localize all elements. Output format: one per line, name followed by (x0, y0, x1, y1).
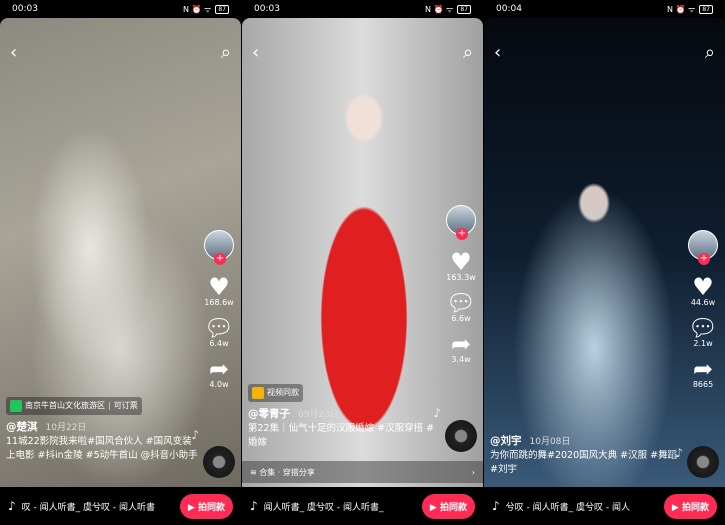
heart-icon: ♥ (208, 273, 230, 301)
tiktok-icon: ♪ (8, 499, 16, 513)
search-icon[interactable]: ⌕ (705, 42, 715, 63)
avatar[interactable]: + (688, 230, 718, 265)
comment-icon: 💬︎ (687, 314, 719, 342)
share-count: 3.4w (451, 355, 471, 364)
clock: 00:04 (496, 4, 522, 14)
username[interactable]: @刘宇 (490, 435, 522, 447)
music-title[interactable]: 闻人听書_ 虞兮叹 - 闻人听書_ (264, 500, 422, 513)
music-title[interactable]: 叹 - 闻人听書_ 虞兮叹 - 闻人听書 (22, 500, 180, 513)
status-icons: N ⏰ ᯤ 87 (183, 4, 229, 15)
follow-plus-icon[interactable]: + (698, 253, 710, 265)
battery: 87 (457, 4, 471, 14)
bottom-bar: ♪ 叹 - 闻人听書_ 虞兮叹 - 闻人听書 ▶ 拍同款 (0, 487, 241, 525)
share-button[interactable]: ➦ 3.4w (443, 331, 479, 364)
side-actions: + ♥ 168.6w 💬︎ 6.4w ➦ 4.0w (201, 230, 237, 389)
search-icon[interactable]: ⌕ (221, 42, 231, 63)
tiktok-icon: ♪ (250, 499, 258, 513)
location-icon (10, 400, 22, 412)
music-disc[interactable] (203, 446, 235, 478)
status-bar: 00:03 N ⏰ ᯤ 87 (242, 0, 483, 18)
post-date: 10月08日 (529, 437, 571, 447)
shoot-same-button[interactable]: ▶ 拍同款 (421, 493, 475, 519)
tag-label: 南京牛首山文化旅游区 (25, 401, 105, 410)
cart-icon (252, 387, 264, 399)
username[interactable]: @楚淇 (6, 421, 38, 433)
comment-button[interactable]: 💬︎ 6.4w (201, 315, 237, 348)
caption: 第22集｜仙气十足的汉服婚嫁 #汉服穿搭 #婚嫁 (248, 423, 435, 448)
share-icon: ➦ (208, 355, 230, 383)
comment-button[interactable]: 💬︎ 6.6w (443, 290, 479, 323)
like-count: 168.6w (204, 298, 234, 307)
back-icon[interactable]: ‹ (252, 42, 259, 63)
share-button[interactable]: ➦ 4.0w (201, 356, 237, 389)
music-title[interactable]: 兮叹 - 闻人听書_ 虞兮叹 - 闻人 (506, 500, 664, 513)
caption: 11城22影院我来啦#国风合伙人 #国风变装上电影 #抖in金陵 #5动牛首山 … (6, 436, 198, 461)
location-tag[interactable]: 南京牛首山文化旅游区 | 可订票 (6, 397, 142, 415)
like-button[interactable]: ♥ 44.6w (685, 274, 721, 307)
comment-button[interactable]: 💬︎ 2.1w (685, 315, 721, 348)
shoot-label: 拍同款 (681, 502, 709, 513)
video-area[interactable]: ‹ ⌕ + ♥ 168.6w 💬︎ 6.4w ➦ 4.0w ♪ 南京牛首山文化旅游区 |… (0, 18, 241, 487)
status-bar: 00:04 N ⏰ ᯤ 87 (484, 0, 725, 18)
bottom-bar: ♪ 闻人听書_ 虞兮叹 - 闻人听書_ ▶ 拍同款 (242, 487, 483, 525)
like-count: 163.3w (446, 273, 476, 282)
back-icon[interactable]: ‹ (10, 42, 17, 63)
clock: 00:03 (12, 4, 38, 14)
post-date: 09月23日 (298, 410, 339, 420)
share-count: 8665 (692, 380, 714, 389)
like-button[interactable]: ♥ 163.3w (443, 249, 479, 282)
video-area[interactable]: ‹ ⌕ + ♥ 44.6w 💬︎ 2.1w ➦ 8665 ♪ @刘宇 10月08日 为你… (484, 18, 725, 487)
collection-bar[interactable]: ≋ 合集 · 穿搭分享 › (242, 461, 483, 483)
video-info: 视频同款 @零青子 09月23日 第22集｜仙气十足的汉服婚嫁 #汉服穿搭 #婚嫁 (248, 384, 443, 450)
same-video-tag[interactable]: 视频同款 (248, 384, 303, 402)
follow-plus-icon[interactable]: + (456, 228, 468, 240)
chevron-right-icon: › (471, 467, 475, 477)
avatar[interactable]: + (204, 230, 234, 265)
clock: 00:03 (254, 4, 280, 14)
comment-icon: 💬︎ (445, 289, 477, 317)
shoot-same-button[interactable]: ▶ 拍同款 (179, 493, 233, 519)
collection-label: 合集 · 穿搭分享 (259, 467, 315, 477)
share-icon: ➦ (692, 355, 714, 383)
bottom-bar: ♪ 兮叹 - 闻人听書_ 虞兮叹 - 闻人 ▶ 拍同款 (484, 487, 725, 525)
status-bar: 00:03 N ⏰ ᯤ 87 (0, 0, 241, 18)
comment-icon: 💬︎ (203, 314, 235, 342)
shoot-label: 拍同款 (197, 502, 225, 513)
side-actions: + ♥ 163.3w 💬︎ 6.6w ➦ 3.4w (443, 205, 479, 364)
heart-icon: ♥ (450, 248, 472, 276)
tiktok-icon: ♪ (492, 499, 500, 513)
status-icons: N ⏰ ᯤ 87 (667, 4, 713, 15)
search-icon[interactable]: ⌕ (463, 42, 473, 63)
tag-label: 视频同款 (267, 388, 299, 397)
music-disc[interactable] (687, 446, 719, 478)
back-icon[interactable]: ‹ (494, 42, 501, 63)
video-panel-2[interactable]: 00:03 N ⏰ ᯤ 87 ‹ ⌕ + ♥ 163.3w 💬︎ 6.6w ➦ 3.4w… (242, 0, 483, 525)
like-count: 44.6w (690, 298, 716, 307)
music-disc[interactable] (445, 420, 477, 452)
video-info: @刘宇 10月08日 为你而跳的舞#2020国风大典 #汉服 #舞蹈 #刘宇 (490, 434, 685, 477)
tag-extra: 可订票 (113, 401, 138, 410)
avatar[interactable]: + (446, 205, 476, 240)
share-count: 4.0w (209, 380, 229, 389)
share-icon: ➦ (450, 330, 472, 358)
caption: 为你而跳的舞#2020国风大典 #汉服 #舞蹈 #刘宇 (490, 450, 678, 475)
shoot-same-button[interactable]: ▶ 拍同款 (663, 493, 717, 519)
username[interactable]: @零青子 (248, 408, 290, 420)
status-icons: N ⏰ ᯤ 87 (425, 4, 471, 15)
heart-icon: ♥ (692, 273, 714, 301)
video-info: 南京牛首山文化旅游区 | 可订票 @楚淇 10月22日 11城22影院我来啦#国风合伙… (6, 397, 201, 463)
video-panel-3[interactable]: 00:04 N ⏰ ᯤ 87 ‹ ⌕ + ♥ 44.6w 💬︎ 2.1w ➦ 8665 … (484, 0, 725, 525)
battery: 87 (699, 4, 713, 14)
share-button[interactable]: ➦ 8665 (685, 356, 721, 389)
layers-icon: ≋ (250, 467, 257, 477)
side-actions: + ♥ 44.6w 💬︎ 2.1w ➦ 8665 (685, 230, 721, 389)
post-date: 10月22日 (45, 423, 87, 433)
follow-plus-icon[interactable]: + (214, 253, 226, 265)
battery: 87 (215, 4, 229, 14)
video-panel-1[interactable]: 00:03 N ⏰ ᯤ 87 ‹ ⌕ + ♥ 168.6w 💬︎ 6.4w ➦ 4.0w… (0, 0, 241, 525)
shoot-label: 拍同款 (439, 502, 467, 513)
like-button[interactable]: ♥ 168.6w (201, 274, 237, 307)
video-area[interactable]: ‹ ⌕ + ♥ 163.3w 💬︎ 6.6w ➦ 3.4w ♪ 视频同款 @零青子 09… (242, 18, 483, 487)
